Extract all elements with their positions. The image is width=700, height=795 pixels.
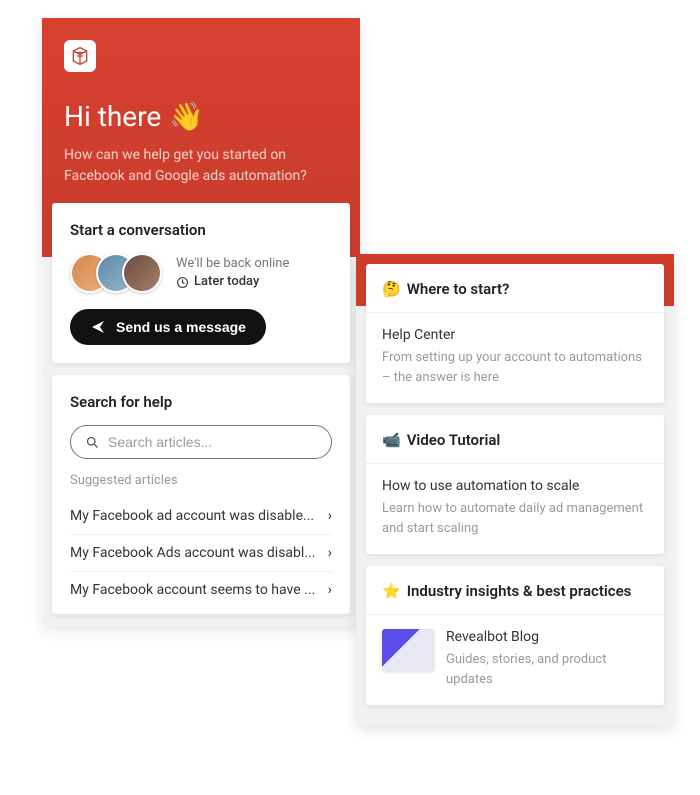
resource-item-sub: From setting up your account to automati… [382, 348, 648, 387]
search-field[interactable] [70, 425, 332, 459]
logo-icon [70, 46, 90, 66]
resource-card-header: 🤔 Where to start? [366, 264, 664, 312]
search-title: Search for help [70, 393, 332, 411]
suggested-article[interactable]: My Facebook ad account was disable... › [70, 498, 332, 535]
chevron-right-icon: › [328, 545, 332, 561]
messenger-panel: Hi there 👋 How can we help get you start… [42, 18, 360, 626]
article-title: My Facebook Ads account was disabl... [70, 545, 315, 561]
chevron-right-icon: › [328, 508, 332, 524]
search-card: Search for help Suggested articles My Fa… [52, 375, 350, 614]
thinking-icon: 🤔 [382, 280, 401, 298]
resource-card-body: Help Center From setting up your account… [366, 312, 664, 403]
resource-item-sub: Guides, stories, and product updates [446, 650, 648, 689]
resource-item-title: Revealbot Blog [446, 629, 648, 645]
chevron-right-icon: › [328, 582, 332, 598]
star-icon: ⭐ [382, 582, 401, 600]
search-icon [85, 435, 100, 450]
resource-card-body: Revealbot Blog Guides, stories, and prod… [366, 614, 664, 705]
video-icon: 📹 [382, 431, 401, 449]
conversation-card: Start a conversation We'll be back onlin… [52, 203, 350, 363]
wave-icon: 👋 [169, 100, 204, 133]
resources-panel: 🤔 Where to start? Help Center From setti… [356, 254, 674, 725]
article-title: My Facebook account seems to have ... [70, 582, 315, 598]
resource-header-text: Industry insights & best practices [407, 582, 632, 600]
suggested-article[interactable]: My Facebook Ads account was disabl... › [70, 535, 332, 572]
greeting-title: Hi there 👋 [64, 100, 338, 133]
status-time: Later today [194, 273, 259, 291]
resource-card-header: ⭐ Industry insights & best practices [366, 566, 664, 614]
suggested-articles-label: Suggested articles [70, 473, 332, 488]
status-line-2: Later today [176, 273, 289, 291]
resource-card-body: How to use automation to scale Learn how… [366, 463, 664, 554]
resource-card-header: 📹 Video Tutorial [366, 415, 664, 463]
send-button-label: Send us a message [116, 319, 246, 335]
send-icon [90, 319, 106, 335]
send-message-button[interactable]: Send us a message [70, 309, 266, 345]
resource-header-text: Where to start? [407, 280, 510, 298]
suggested-article[interactable]: My Facebook account seems to have ... › [70, 572, 332, 608]
agent-avatars [70, 253, 162, 293]
resource-card-where-to-start[interactable]: 🤔 Where to start? Help Center From setti… [366, 264, 664, 403]
conversation-status-row: We'll be back online Later today [70, 253, 332, 293]
resource-card-video-tutorial[interactable]: 📹 Video Tutorial How to use automation t… [366, 415, 664, 554]
resource-card-industry-insights[interactable]: ⭐ Industry insights & best practices Rev… [366, 566, 664, 705]
brand-logo [64, 40, 96, 72]
clock-icon [176, 276, 189, 289]
resource-item-title: Help Center [382, 327, 648, 343]
status-line-1: We'll be back online [176, 255, 289, 273]
availability-status: We'll be back online Later today [176, 255, 289, 291]
blog-thumbnail [382, 629, 434, 671]
resource-item-sub: Learn how to automate daily ad managemen… [382, 499, 648, 538]
greeting-text: Hi there [64, 100, 161, 133]
avatar [122, 253, 162, 293]
resource-item-title: How to use automation to scale [382, 478, 648, 494]
conversation-title: Start a conversation [70, 221, 332, 239]
resource-header-text: Video Tutorial [407, 431, 501, 449]
greeting-subtitle: How can we help get you started on Faceb… [64, 145, 338, 187]
search-input[interactable] [108, 434, 317, 450]
article-title: My Facebook ad account was disable... [70, 508, 314, 524]
